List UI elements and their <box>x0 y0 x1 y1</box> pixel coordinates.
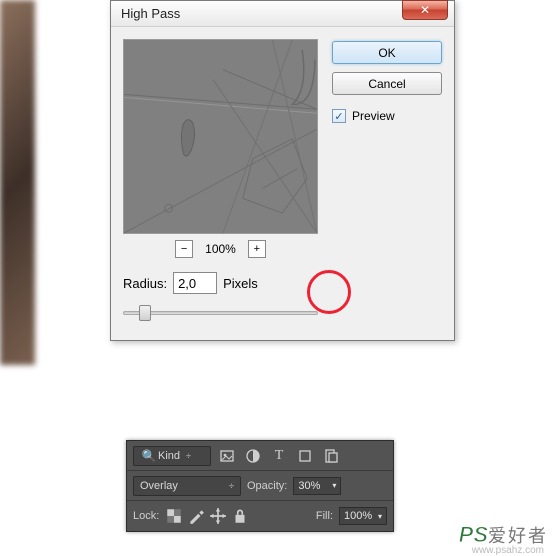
close-button[interactable]: ✕ <box>402 0 448 20</box>
zoom-in-button[interactable]: + <box>248 240 266 258</box>
search-icon: 🔍 <box>140 447 158 465</box>
blend-row: Overlay ÷ Opacity: 30%▾ <box>127 471 393 501</box>
plus-icon: + <box>254 243 260 255</box>
filter-row: 🔍 Kind ÷ T <box>127 441 393 471</box>
checkbox-icon: ✓ <box>332 109 346 123</box>
adjust-filter-icon[interactable] <box>243 446 263 466</box>
close-icon: ✕ <box>420 3 430 17</box>
preview-checkbox[interactable]: ✓ Preview <box>332 109 442 123</box>
layers-panel: 🔍 Kind ÷ T Overlay ÷ Opacity: 30%▾ Lock:… <box>126 440 394 532</box>
blend-mode-select[interactable]: Overlay ÷ <box>133 476 241 496</box>
radius-row: Radius: Pixels <box>123 272 318 294</box>
preview-label: Preview <box>352 109 395 123</box>
chevron-down-icon: ÷ <box>229 481 234 491</box>
smart-filter-icon[interactable] <box>321 446 341 466</box>
slider-thumb[interactable] <box>139 305 151 321</box>
minus-icon: − <box>181 243 187 255</box>
zoom-level: 100% <box>205 242 236 256</box>
background-photo-strip <box>0 0 35 365</box>
watermark-url: www.psahz.com <box>472 545 544 556</box>
lock-all-icon[interactable] <box>231 507 249 525</box>
lock-pixels-icon[interactable] <box>187 507 205 525</box>
high-pass-dialog: High Pass ✕ <box>110 0 455 341</box>
dialog-titlebar[interactable]: High Pass ✕ <box>111 1 454 27</box>
lock-position-icon[interactable] <box>209 507 227 525</box>
lock-row: Lock: Fill: 100%▾ <box>127 501 393 531</box>
ok-button[interactable]: OK <box>332 41 442 64</box>
lock-label: Lock: <box>133 510 159 522</box>
radius-input[interactable] <box>173 272 217 294</box>
kind-select[interactable]: 🔍 Kind ÷ <box>133 446 211 466</box>
opacity-input[interactable]: 30%▾ <box>293 477 341 495</box>
fill-label: Fill: <box>316 510 333 522</box>
preview-canvas[interactable] <box>123 39 318 234</box>
chevron-down-icon: ÷ <box>186 451 191 461</box>
chevron-down-icon: ▾ <box>332 481 336 490</box>
pixel-filter-icon[interactable] <box>217 446 237 466</box>
zoom-out-button[interactable]: − <box>175 240 193 258</box>
lock-transparent-icon[interactable] <box>165 507 183 525</box>
radius-unit: Pixels <box>223 276 258 291</box>
fill-input[interactable]: 100%▾ <box>339 507 387 525</box>
type-filter-icon[interactable]: T <box>269 446 289 466</box>
zoom-controls: − 100% + <box>123 240 318 258</box>
cancel-button[interactable]: Cancel <box>332 72 442 95</box>
radius-slider[interactable] <box>123 304 318 322</box>
shape-filter-icon[interactable] <box>295 446 315 466</box>
dialog-title: High Pass <box>121 6 180 21</box>
chevron-down-icon: ▾ <box>378 512 382 521</box>
opacity-label: Opacity: <box>247 480 287 492</box>
slider-track <box>123 311 318 315</box>
radius-label: Radius: <box>123 276 167 291</box>
